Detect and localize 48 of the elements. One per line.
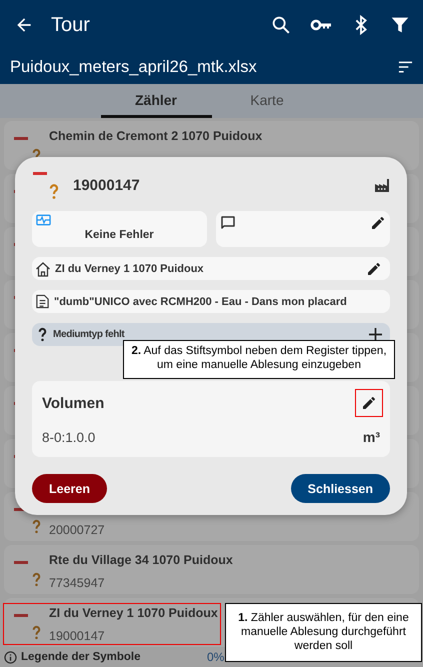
- info-icon[interactable]: [4, 650, 17, 664]
- question-icon: [32, 572, 41, 587]
- plus-icon[interactable]: [369, 328, 382, 341]
- unit-label: m³: [362, 429, 380, 445]
- question-icon: [32, 519, 41, 534]
- obis-code: 8-0:1.0.0: [42, 430, 96, 444]
- warning-text: Mediumtyp fehlt: [53, 329, 124, 340]
- status-text: Keine Fehler: [84, 229, 154, 241]
- minus-icon: [14, 561, 28, 564]
- minus-icon: [33, 172, 47, 175]
- question-icon: [49, 183, 59, 200]
- meter-address: ZI du Verney 1 1070 Puidoux: [49, 606, 218, 621]
- meter-number: 19000147: [49, 629, 106, 643]
- address-row[interactable]: ZI du Verney 1 1070 Puidoux: [32, 257, 390, 280]
- register-name: Volumen: [42, 394, 104, 412]
- speech-bubble-icon: [220, 215, 236, 231]
- meter-address: Chemin de Cremont 2 1070 Puidoux: [49, 129, 262, 144]
- meter-address: Rte du Village 34 1070 Puidoux: [49, 553, 233, 568]
- status-card[interactable]: Keine Fehler: [32, 211, 206, 247]
- close-button[interactable]: Schliessen: [290, 474, 390, 503]
- tab[interactable]: Karte: [212, 84, 322, 118]
- factory-icon[interactable]: [374, 177, 390, 193]
- tab[interactable]: Zähler: [100, 84, 212, 118]
- minus-icon: [14, 137, 28, 140]
- meter-number: 20000727: [49, 523, 105, 537]
- house-icon: [35, 260, 51, 276]
- sort-icon[interactable]: [398, 61, 413, 73]
- search-icon[interactable]: [270, 14, 292, 36]
- instruction-tooltip: 2. Auf das Stiftsymbol neben dem Register tippen, um eine manuelle Ablesung einzugeben: [123, 340, 395, 379]
- clear-button[interactable]: Leeren: [32, 474, 107, 503]
- instruction-tooltip: 1. Zähler auswählen, für den eine manuelle Ablesung durchgeführt werden soll: [225, 603, 422, 662]
- minus-icon: [14, 614, 28, 617]
- legend-link[interactable]: Legende der Symbole: [21, 651, 203, 663]
- document-icon: [35, 294, 50, 309]
- question-icon: [32, 625, 41, 640]
- meter-card[interactable]: Rte du Village 34 1070 Puidoux 77345947: [4, 545, 419, 594]
- pencil-icon[interactable]: [366, 260, 382, 276]
- question-icon: [38, 327, 47, 342]
- meter-number: 77345947: [49, 576, 106, 590]
- description-text: "dumb"UNICO avec RCMH200 - Eau - Dans mon placard: [54, 296, 347, 308]
- file-name: Puidoux_meters_april26_mtk.xlsx: [10, 58, 258, 76]
- pulse-icon: [36, 214, 51, 226]
- pencil-icon[interactable]: [361, 395, 377, 411]
- pencil-icon[interactable]: [370, 215, 386, 231]
- meter-number: 19000147: [73, 176, 140, 194]
- address-text: ZI du Verney 1 1070 Puidoux: [55, 262, 204, 274]
- screen-title: Tour: [51, 14, 90, 36]
- progress-percent: 0%: [207, 650, 224, 664]
